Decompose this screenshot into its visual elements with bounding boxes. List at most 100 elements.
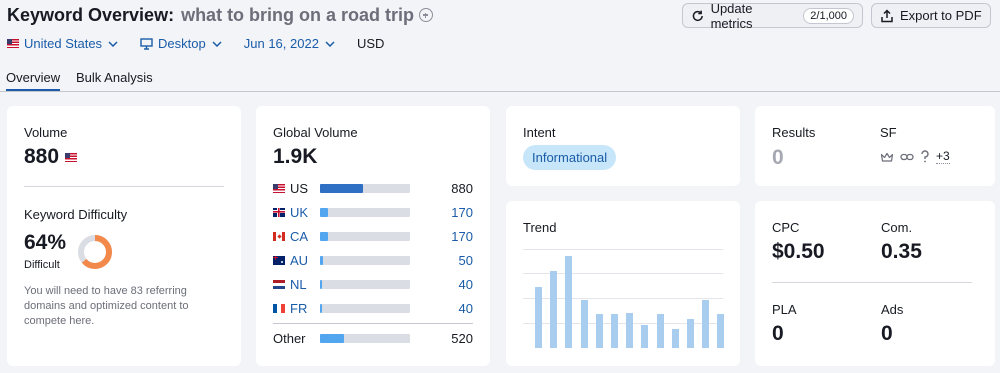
keyword-title: what to bring on a road trip [181,5,415,25]
fr-flag-icon [273,303,285,313]
tab-bulk-analysis[interactable]: Bulk Analysis [76,70,153,85]
divider [24,186,224,187]
global-volume-value: 1.9K [273,145,318,168]
us-flag-icon [273,183,285,193]
update-metrics-label: Update metrics [710,0,753,31]
export-pdf-label: Export to PDF [900,8,982,23]
volume-difficulty-card: Volume 880 Keyword Difficulty 64% Diffic… [7,106,241,366]
sf-more-count[interactable]: +3 [936,149,950,164]
trend-card: Trend [506,201,740,366]
trend-label: Trend [523,220,557,235]
question-icon[interactable] [920,150,930,163]
competition-label: Com. [881,220,913,235]
us-flag-icon [65,152,78,162]
gridline [523,249,723,250]
intent-label: Intent [523,125,556,140]
country-share-bar [320,207,410,217]
export-icon [881,8,893,22]
intent-card: Intent Informational [506,106,740,186]
country-share-bar [320,255,410,265]
page-title: Keyword Overview: [7,5,175,25]
intent-badge[interactable]: Informational [523,145,617,170]
country-label: United States [24,36,103,51]
pla-label: PLA [772,302,797,317]
date-select[interactable]: Jun 16, 2022 [244,36,335,51]
trend-bar [641,325,649,348]
country-share-fill [320,207,329,217]
divider [273,323,473,324]
date-label: Jun 16, 2022 [243,36,319,51]
global-volume-label: Global Volume [273,125,358,140]
country-volume: 170 [451,228,473,244]
crown-icon[interactable] [880,151,894,163]
page-header: Keyword Overview: what to bring on a roa… [0,0,1000,92]
uk-flag-icon [273,207,285,217]
title-row: Keyword Overview: what to bring on a roa… [7,5,434,26]
country-volume: 170 [451,204,473,220]
trend-bar [595,314,603,348]
serp-features: +3 [880,149,956,164]
volume-value: 880 [24,145,60,168]
trend-bar [565,255,573,348]
divider [772,282,972,283]
chevron-down-icon [212,40,222,47]
trend-bar [580,299,588,348]
difficulty-ring-chart [78,235,112,269]
au-flag-icon [273,255,285,265]
currency-label: USD [356,36,385,51]
export-pdf-button[interactable]: Export to PDF [871,3,991,28]
country-volume: 40 [458,300,473,316]
desktop-icon [140,37,153,50]
results-card: Results 0 SF +3 [755,106,995,186]
country-row-other: Other 520 [273,330,473,346]
country-row-ca[interactable]: CA 170 [273,228,473,244]
trend-bar [611,314,618,348]
country-row-fr[interactable]: FR 40 [273,300,473,316]
competition-value: 0.35 [881,240,922,263]
country-code: FR [290,300,308,316]
keyword-difficulty-value: 64% [24,231,67,254]
trend-bar [671,329,679,348]
country-share-bar [320,333,410,343]
country-share-fill [320,303,322,313]
trend-bar [626,313,634,348]
link-icon[interactable] [900,151,914,163]
country-share-fill [320,255,323,265]
update-metrics-button[interactable]: Update metrics 2/1,000 [682,0,863,31]
other-label: Other [273,330,306,346]
country-share-bar [320,279,410,289]
device-select[interactable]: Desktop [140,36,222,51]
country-code: AU [290,252,309,268]
pla-value: 0 [772,322,784,345]
country-code: US [290,180,309,196]
country-volume: 880 [451,180,473,196]
country-row-nl[interactable]: NL 40 [273,276,473,292]
country-share-fill [320,183,364,193]
trend-bar [702,300,710,348]
country-volume: 40 [458,276,473,292]
country-code: CA [290,228,309,244]
country-row-us[interactable]: US 880 [273,180,473,196]
chevron-down-icon [108,40,118,47]
country-volume: 50 [458,252,473,268]
trend-bar [535,286,542,348]
country-row-uk[interactable]: UK 170 [273,204,473,220]
country-share-bar [320,231,410,241]
device-label: Desktop [158,36,206,51]
country-row-au[interactable]: AU 50 [273,252,473,268]
tab-bar: Overview Bulk Analysis [0,68,1000,92]
country-share-fill [320,231,329,241]
country-share-bar [320,183,410,193]
other-volume: 520 [451,330,473,346]
country-share-fill [320,279,322,289]
trend-bar [656,314,664,348]
chevron-down-icon [325,40,335,47]
us-flag-icon [7,39,19,48]
trend-bar [550,270,558,348]
tab-overview[interactable]: Overview [6,70,61,91]
add-keyword-icon[interactable] [419,8,434,22]
keyword-difficulty-label: Keyword Difficulty [24,207,128,222]
cpc-label: CPC [772,220,800,235]
country-select[interactable]: United States [7,36,118,51]
volume-label: Volume [24,125,68,140]
